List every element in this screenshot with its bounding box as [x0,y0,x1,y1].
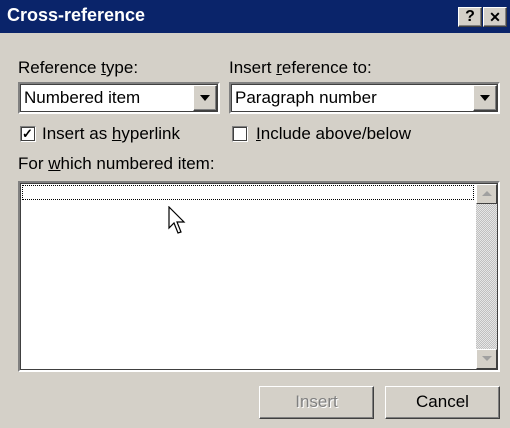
focus-row[interactable] [22,185,474,200]
checkmark-icon: ✓ [22,126,33,141]
insert-reference-to-value: Paragraph number [235,88,377,107]
insert-reference-to-label: Insert reference to: [229,58,372,77]
arrow-up-icon [482,191,492,196]
include-above-below-checkbox[interactable] [232,126,248,142]
which-item-label: For which numbered item: [18,154,215,173]
cancel-button[interactable]: Cancel [385,386,500,419]
insert-reference-to-dropdown-arrow[interactable] [473,85,497,111]
arrow-down-icon [482,356,492,361]
reference-type-dropdown[interactable]: Numbered item [18,82,220,114]
chevron-down-icon [200,95,210,101]
close-button[interactable]: ✕ [483,7,507,27]
include-above-below-label[interactable]: Include above/below [256,124,411,144]
scroll-down-button[interactable] [476,349,497,369]
insert-button[interactable]: Insert [259,386,374,419]
reference-type-label: Reference type: [18,58,139,77]
reference-type-dropdown-arrow[interactable] [193,85,217,111]
chevron-down-icon [480,95,490,101]
numbered-item-list[interactable] [18,181,500,372]
insert-as-hyperlink-checkbox[interactable]: ✓ [20,126,36,142]
vertical-scrollbar[interactable] [476,184,497,369]
mouse-pointer-icon [168,206,186,234]
scroll-up-button[interactable] [476,184,497,204]
help-button[interactable]: ? [458,7,482,27]
reference-type-value: Numbered item [24,88,141,107]
insert-as-hyperlink-label[interactable]: Insert as hyperlink [42,124,180,144]
dialog-title: Cross-reference [7,5,146,25]
insert-reference-to-dropdown[interactable]: Paragraph number [229,82,500,114]
title-bar: Cross-reference ? ✕ [0,0,510,33]
